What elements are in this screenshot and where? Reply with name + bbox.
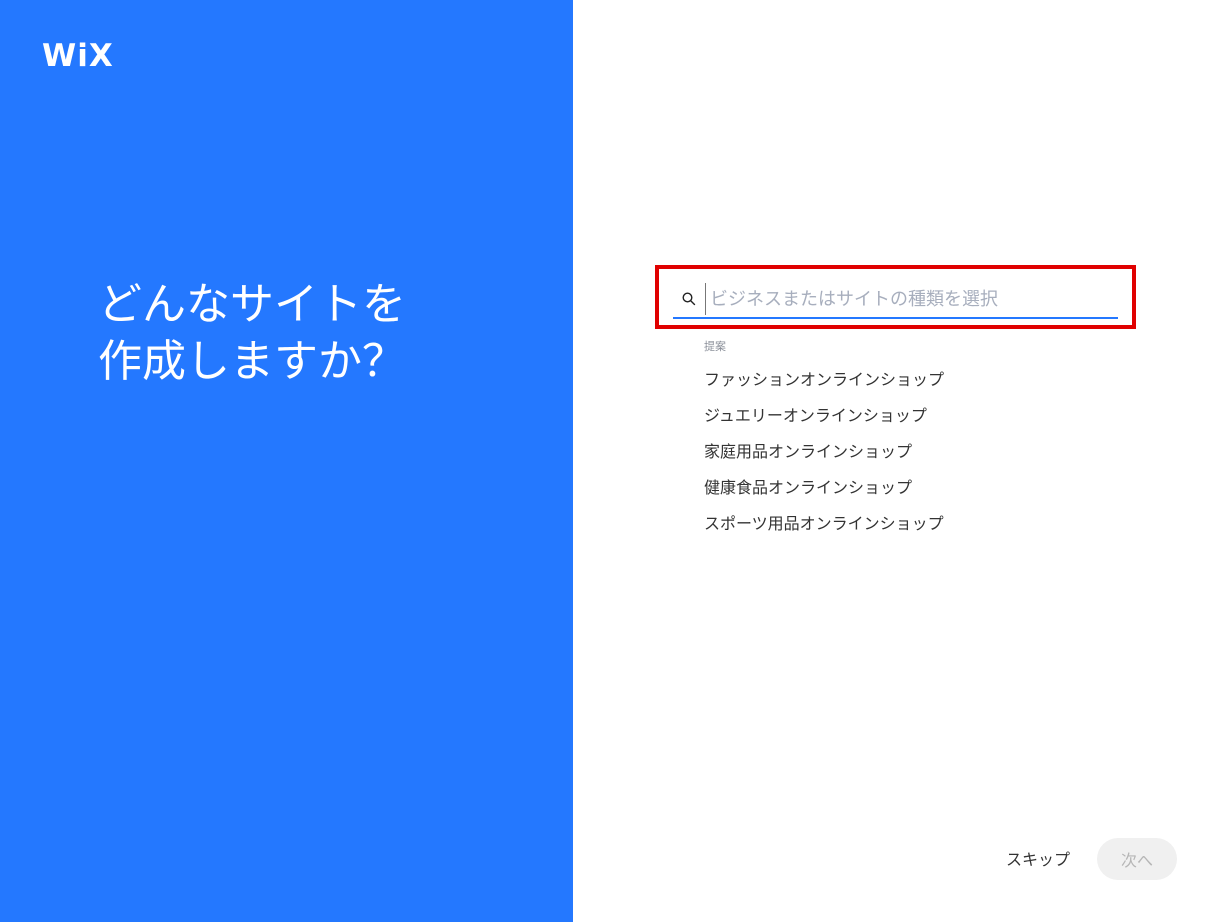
wix-logo: WiX [42, 38, 114, 74]
intro-panel: WiX どんなサイトを 作成しますか？ [0, 0, 573, 922]
next-button[interactable]: 次へ [1097, 838, 1177, 880]
onboarding-page: WiX どんなサイトを 作成しますか？ 提案 ファッションオンラインショップ ジ… [0, 0, 1219, 922]
skip-button[interactable]: スキップ [1006, 846, 1070, 870]
selection-panel: 提案 ファッションオンラインショップ ジュエリーオンラインショップ 家庭用品オン… [573, 0, 1219, 922]
site-type-search-input[interactable] [705, 283, 1110, 315]
search-icon [677, 287, 701, 311]
suggestion-item[interactable]: 健康食品オンラインショップ [704, 476, 944, 512]
suggestion-item[interactable]: ジュエリーオンラインショップ [704, 404, 944, 440]
search-field[interactable] [673, 281, 1118, 319]
suggestion-item[interactable]: スポーツ用品オンラインショップ [704, 512, 944, 548]
title-line-1: どんなサイトを [98, 279, 406, 330]
page-title: どんなサイトを 作成しますか？ [98, 276, 406, 390]
suggestion-list: 提案 ファッションオンラインショップ ジュエリーオンラインショップ 家庭用品オン… [704, 338, 944, 548]
suggestion-item[interactable]: ファッションオンラインショップ [704, 368, 944, 404]
suggestion-item[interactable]: 家庭用品オンラインショップ [704, 440, 944, 476]
suggestion-heading: 提案 [704, 340, 726, 353]
title-line-2: 作成しますか？ [98, 336, 406, 387]
